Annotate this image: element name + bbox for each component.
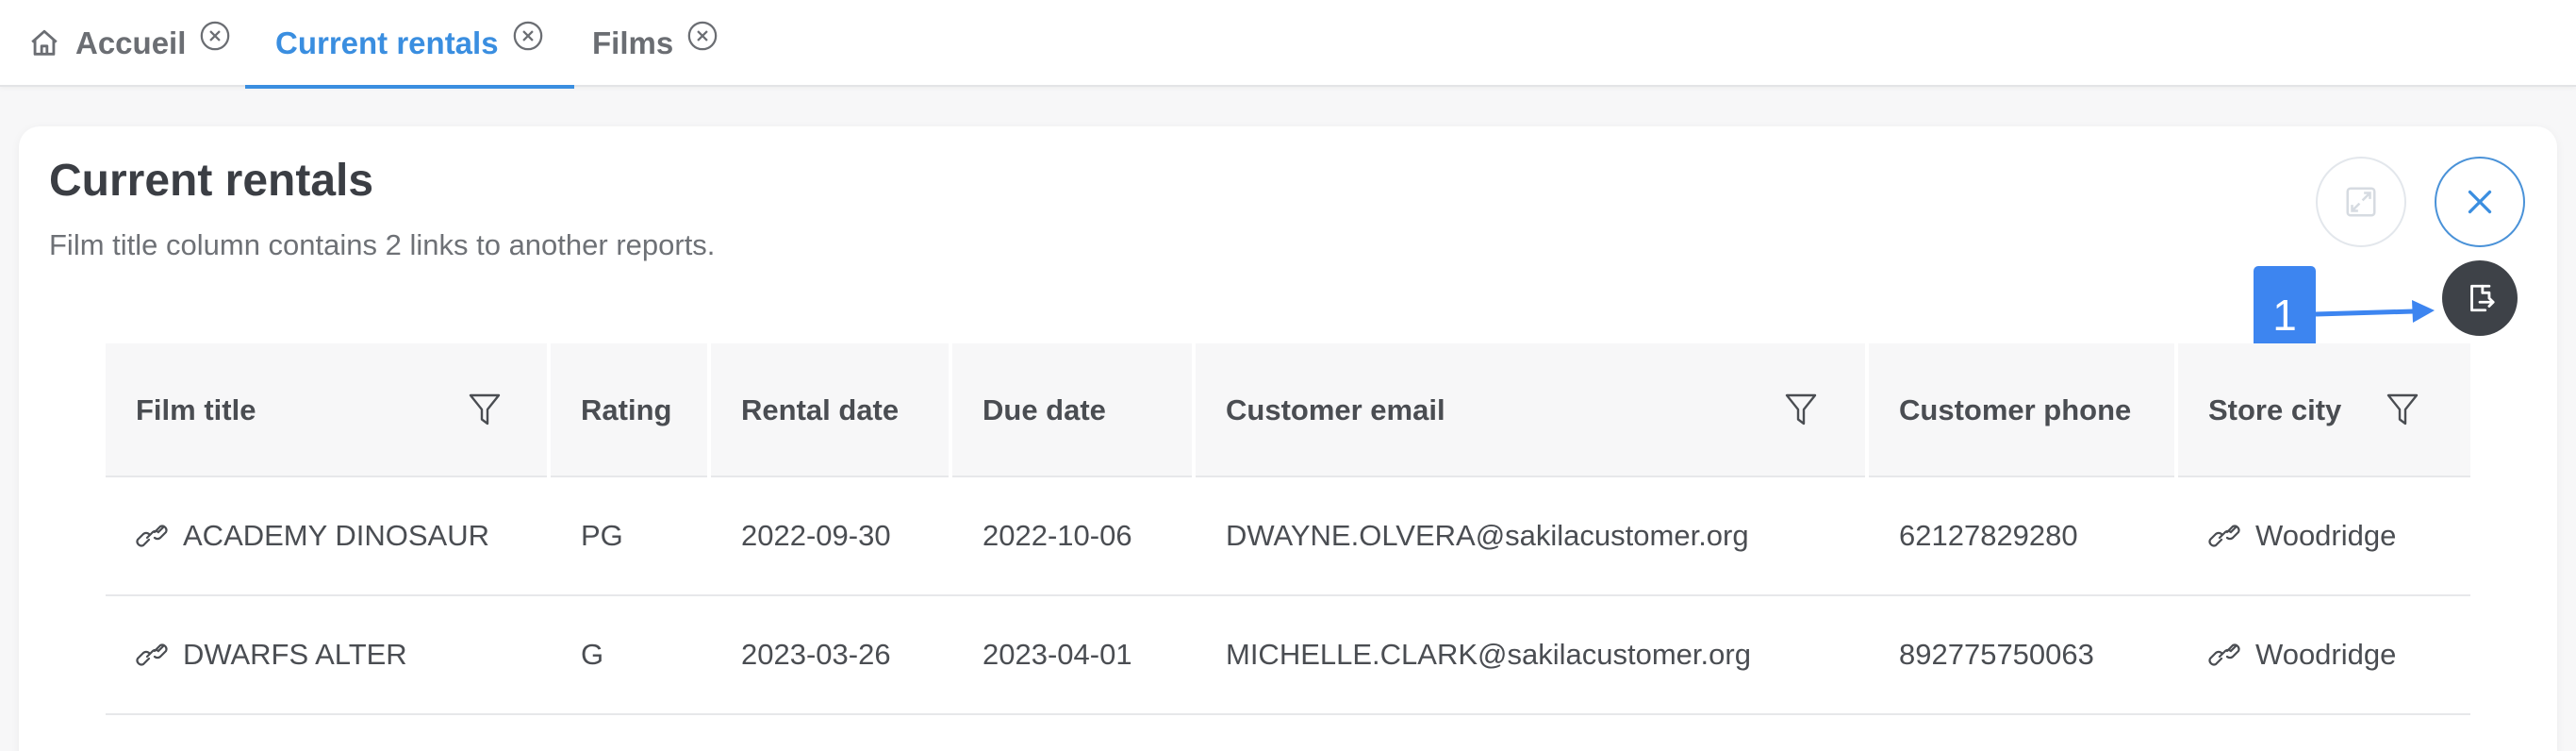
tab-accueil[interactable]: Accueil xyxy=(28,0,231,87)
cell-text: Woodridge xyxy=(2255,519,2397,552)
column-header-customer-email[interactable]: Customer email xyxy=(1196,343,1869,477)
table-cell: 2023-03-26 xyxy=(741,638,891,671)
table-cell: PG xyxy=(581,519,623,552)
page-title: Current rentals xyxy=(49,156,374,206)
close-tab-icon[interactable] xyxy=(512,20,544,52)
tab-label: Films xyxy=(592,25,674,60)
column-header-film-title[interactable]: Film title xyxy=(106,343,551,477)
rentals-table: Film title Rating Rental date Due date C… xyxy=(106,343,2470,715)
table-cell: DWAYNE.OLVERA@sakilacustomer.org xyxy=(1226,519,1749,552)
column-header-due-date[interactable]: Due date xyxy=(952,343,1196,477)
film-title-link[interactable]: ACADEMY DINOSAUR xyxy=(106,477,551,594)
home-icon xyxy=(31,29,58,56)
annotation-arrow xyxy=(2316,300,2435,323)
column-label: Film title xyxy=(136,393,256,426)
tab-label: Accueil xyxy=(75,25,187,60)
table-cell: 2022-10-06 xyxy=(983,519,1132,552)
column-header-store-city[interactable]: Store city xyxy=(2178,343,2470,477)
column-label: Customer email xyxy=(1226,393,1445,426)
cell-text: DWARFS ALTER xyxy=(183,638,407,671)
table-cell: 2022-09-30 xyxy=(741,519,891,552)
cell-text: Woodridge xyxy=(2255,638,2397,671)
cell-text: ACADEMY DINOSAUR xyxy=(183,519,489,552)
close-tab-icon[interactable] xyxy=(199,20,231,52)
tab-label: Current rentals xyxy=(275,25,499,60)
column-label: Due date xyxy=(983,393,1106,426)
link-icon xyxy=(136,643,168,666)
tab-current-rentals[interactable]: Current rentals xyxy=(245,0,574,89)
report-description: Film title column contains 2 links to an… xyxy=(49,228,716,261)
store-city-link[interactable]: Woodridge xyxy=(2178,477,2470,594)
table-cell: 2023-04-01 xyxy=(983,638,1132,671)
table-row: DWARFS ALTER G 2023-03-26 2023-04-01 MIC… xyxy=(106,596,2470,715)
link-icon xyxy=(2208,525,2240,547)
filter-icon[interactable] xyxy=(468,391,502,428)
export-button[interactable] xyxy=(2442,260,2518,336)
filter-icon[interactable] xyxy=(1784,391,1818,428)
column-header-customer-phone[interactable]: Customer phone xyxy=(1869,343,2178,477)
filter-icon[interactable] xyxy=(2386,391,2419,428)
column-label: Store city xyxy=(2208,393,2342,426)
close-tab-icon[interactable] xyxy=(686,20,718,52)
table-cell: 62127829280 xyxy=(1899,519,2078,552)
tab-films[interactable]: Films xyxy=(592,0,718,87)
table-header: Film title Rating Rental date Due date C… xyxy=(106,343,2470,477)
column-header-rating[interactable]: Rating xyxy=(551,343,711,477)
column-label: Rating xyxy=(581,393,672,426)
table-cell: 892775750063 xyxy=(1899,638,2094,671)
export-file-icon xyxy=(2470,284,2495,312)
table-cell: MICHELLE.CLARK@sakilacustomer.org xyxy=(1226,638,1751,671)
column-label: Customer phone xyxy=(1899,393,2132,426)
table-row: ACADEMY DINOSAUR PG 2022-09-30 2022-10-0… xyxy=(106,477,2470,596)
tab-bar: Accueil Current rentals Films xyxy=(0,0,2576,89)
link-icon xyxy=(136,525,168,547)
column-header-rental-date[interactable]: Rental date xyxy=(711,343,952,477)
film-title-link[interactable]: DWARFS ALTER xyxy=(106,596,551,713)
store-city-link[interactable]: Woodridge xyxy=(2178,596,2470,713)
table-cell: G xyxy=(581,638,604,671)
close-icon xyxy=(2468,190,2492,214)
close-report-button[interactable] xyxy=(2435,157,2525,247)
column-label: Rental date xyxy=(741,393,900,426)
expand-icon xyxy=(2346,187,2376,217)
link-icon xyxy=(2208,643,2240,666)
expand-button[interactable] xyxy=(2316,157,2406,247)
